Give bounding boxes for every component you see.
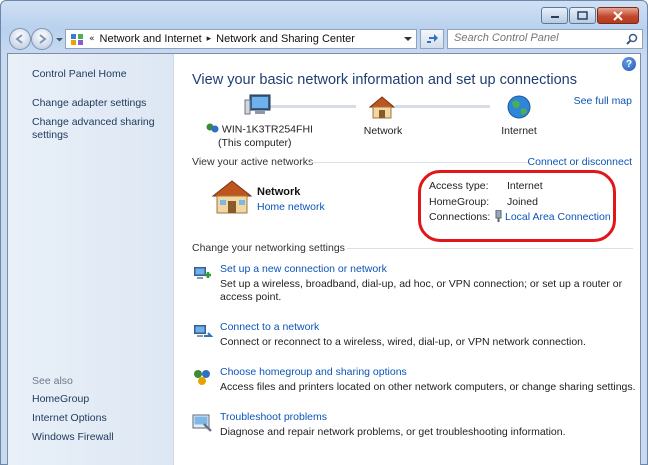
access-type-value: Internet bbox=[507, 180, 543, 192]
control-panel-icon bbox=[71, 34, 83, 45]
breadcrumb-network-and-internet[interactable]: Network and Internet bbox=[100, 33, 202, 45]
section-divider bbox=[347, 248, 633, 249]
connect-to-network-description: Connect or reconnect to a wireless, wire… bbox=[220, 336, 586, 348]
back-button[interactable] bbox=[9, 28, 31, 50]
troubleshoot-icon[interactable] bbox=[191, 411, 213, 433]
recent-pages-dropdown-icon[interactable] bbox=[56, 36, 63, 43]
internet-globe-icon[interactable] bbox=[506, 94, 532, 120]
search-input[interactable] bbox=[454, 32, 614, 44]
sidebar-item-homegroup[interactable]: HomeGroup bbox=[32, 393, 89, 406]
see-also-heading: See also bbox=[32, 375, 73, 387]
connect-network-icon[interactable] bbox=[191, 321, 213, 343]
networking-settings-heading: Change your networking settings bbox=[192, 242, 345, 254]
active-networks-heading: View your active networks bbox=[192, 156, 314, 168]
arrow-left-icon bbox=[15, 34, 23, 44]
address-overflow-icon[interactable]: « bbox=[89, 34, 95, 44]
forward-button[interactable] bbox=[31, 28, 53, 50]
navigation-bar: « Network and Internet ▸ Network and Sha… bbox=[7, 28, 643, 50]
breadcrumb-network-and-sharing-center[interactable]: Network and Sharing Center bbox=[216, 33, 355, 45]
content-frame: Control Panel Home Change adapter settin… bbox=[7, 53, 641, 465]
minimize-button[interactable] bbox=[541, 7, 568, 24]
network-users-icon bbox=[205, 122, 219, 137]
refresh-button[interactable] bbox=[420, 29, 444, 49]
map-node-internet-label[interactable]: Internet bbox=[489, 125, 549, 137]
computer-name: WIN-1K3TR254FHI bbox=[221, 123, 313, 136]
refresh-icon bbox=[426, 34, 438, 43]
sidebar: Control Panel Home Change adapter settin… bbox=[8, 54, 174, 465]
computer-icon[interactable] bbox=[243, 94, 273, 118]
homegroup-icon[interactable] bbox=[191, 366, 213, 388]
sidebar-item-control-panel-home[interactable]: Control Panel Home bbox=[32, 68, 127, 81]
network-type-link[interactable]: Home network bbox=[257, 201, 325, 213]
home-network-icon[interactable] bbox=[368, 95, 396, 119]
map-node-this-computer[interactable]: WIN-1K3TR254FHI (This computer) bbox=[205, 122, 315, 149]
sidebar-item-change-adapter-settings[interactable]: Change adapter settings bbox=[32, 97, 146, 110]
access-type-label: Access type: bbox=[429, 180, 489, 192]
maximize-button[interactable] bbox=[569, 7, 596, 24]
ethernet-adapter-icon bbox=[495, 209, 502, 222]
homegroup-joined-link[interactable]: Joined bbox=[507, 195, 538, 211]
homegroup-sharing-link[interactable]: Choose homegroup and sharing options bbox=[220, 366, 407, 378]
main-content: ? View your basic network information an… bbox=[175, 54, 640, 465]
map-node-network-label[interactable]: Network bbox=[353, 125, 413, 137]
connect-or-disconnect-link[interactable]: Connect or disconnect bbox=[528, 156, 632, 168]
sidebar-item-change-advanced-sharing-settings[interactable]: Change advanced sharing settings bbox=[32, 116, 162, 142]
help-icon[interactable]: ? bbox=[622, 57, 636, 71]
computer-subtitle: (This computer) bbox=[218, 137, 292, 149]
local-area-connection-label[interactable]: Local Area Connection bbox=[505, 211, 611, 223]
window: « Network and Internet ▸ Network and Sha… bbox=[0, 0, 648, 465]
close-button[interactable] bbox=[597, 7, 639, 24]
connections-label: Connections: bbox=[429, 211, 491, 223]
breadcrumb-separator-icon[interactable]: ▸ bbox=[207, 34, 212, 44]
arrow-right-icon bbox=[39, 34, 47, 44]
sidebar-item-windows-firewall[interactable]: Windows Firewall bbox=[32, 431, 114, 444]
troubleshoot-problems-description: Diagnose and repair network problems, or… bbox=[220, 426, 566, 438]
minimize-icon bbox=[550, 15, 559, 18]
address-dropdown-icon[interactable] bbox=[404, 35, 412, 43]
search-icon[interactable] bbox=[626, 33, 638, 45]
new-connection-icon[interactable] bbox=[191, 263, 213, 285]
homegroup-sharing-description: Access files and printers located on oth… bbox=[220, 381, 636, 393]
home-network-large-icon bbox=[211, 180, 253, 214]
search-box[interactable] bbox=[447, 29, 643, 49]
connect-to-network-link[interactable]: Connect to a network bbox=[220, 321, 319, 333]
maximize-icon bbox=[577, 11, 588, 20]
close-icon bbox=[613, 10, 623, 21]
sidebar-item-internet-options[interactable]: Internet Options bbox=[32, 412, 107, 425]
map-connector-line bbox=[395, 105, 490, 108]
map-connector-line bbox=[270, 105, 356, 108]
see-full-map-link[interactable]: See full map bbox=[574, 95, 632, 107]
new-connection-link[interactable]: Set up a new connection or network bbox=[220, 263, 387, 275]
address-bar[interactable]: « Network and Internet ▸ Network and Sha… bbox=[65, 29, 417, 49]
active-network-name: Network bbox=[257, 186, 301, 198]
homegroup-label: HomeGroup: bbox=[429, 195, 490, 208]
new-connection-description: Set up a wireless, broadband, dial-up, a… bbox=[220, 278, 623, 303]
caption-buttons bbox=[541, 7, 639, 24]
troubleshoot-problems-link[interactable]: Troubleshoot problems bbox=[220, 411, 327, 423]
page-title: View your basic network information and … bbox=[192, 72, 578, 88]
local-area-connection-link[interactable]: Local Area Connection bbox=[494, 209, 611, 226]
section-divider bbox=[309, 162, 529, 163]
